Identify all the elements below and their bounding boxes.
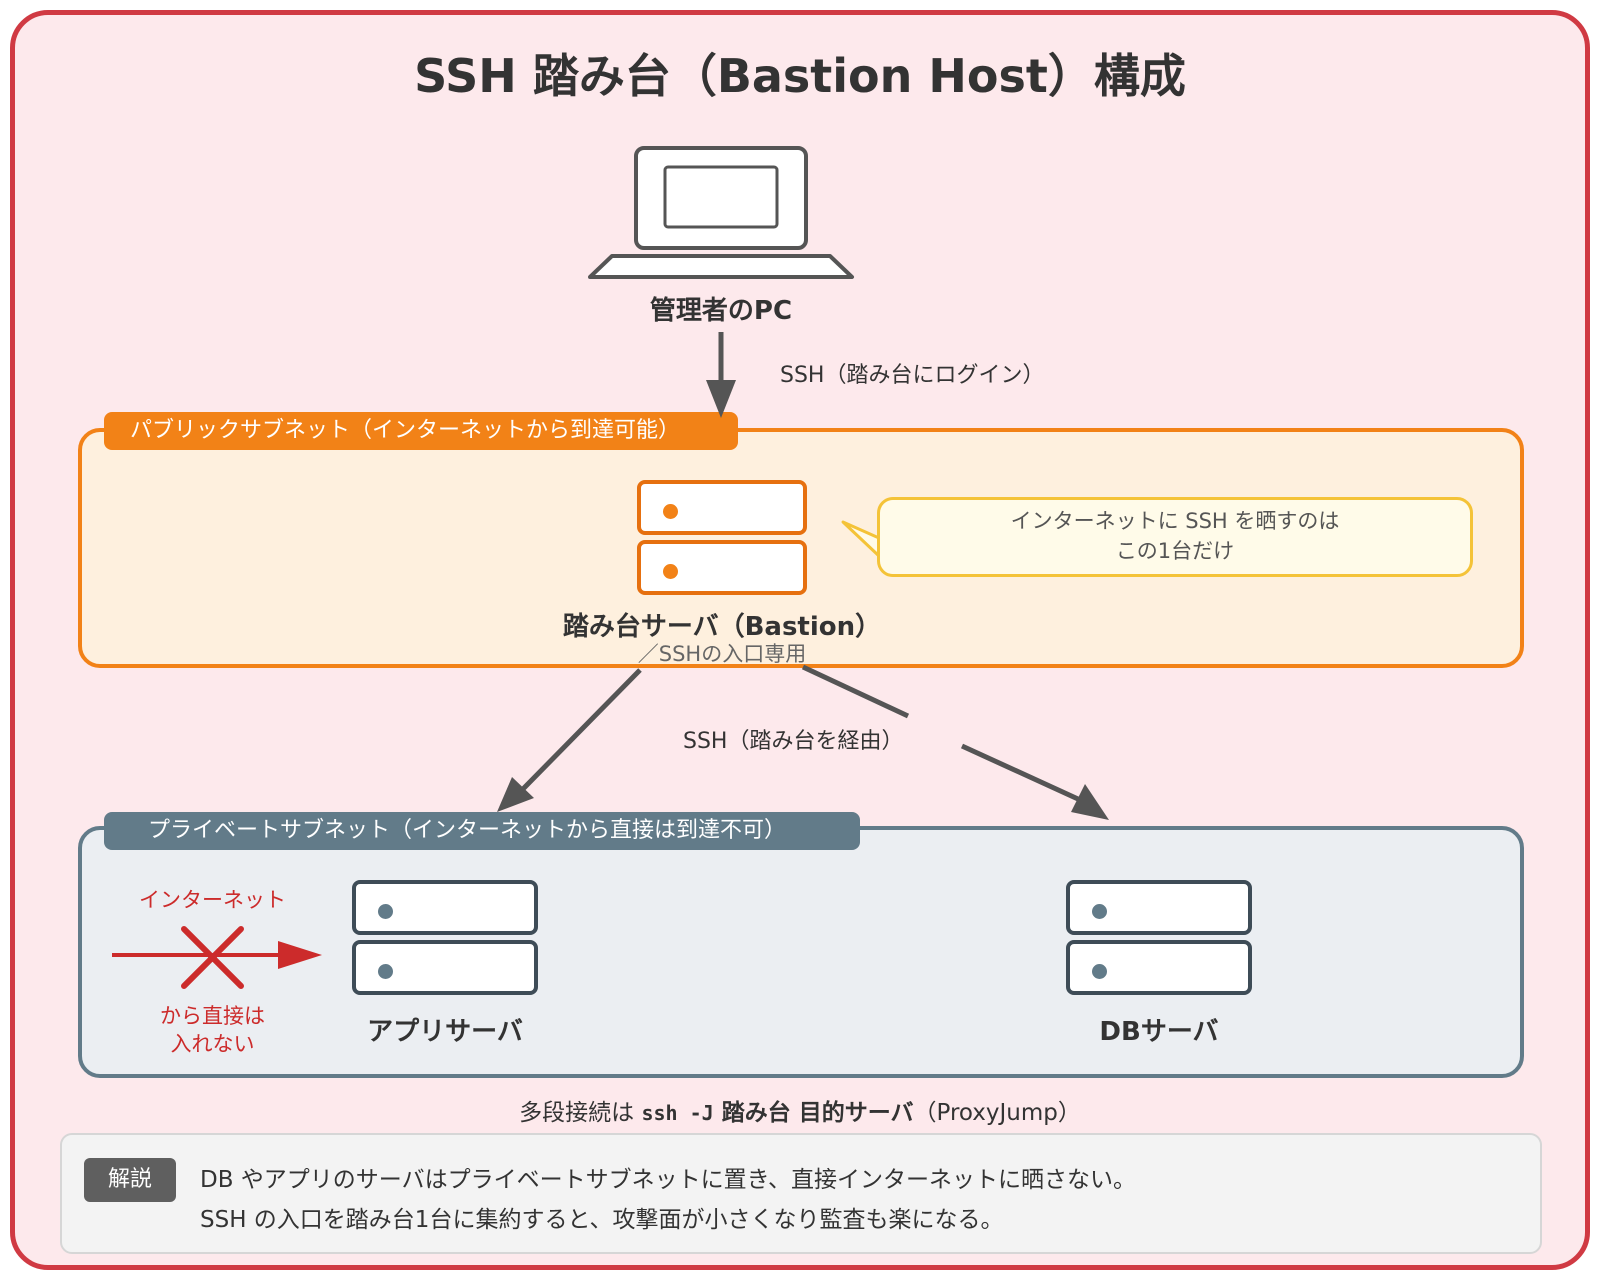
status-led-icon bbox=[378, 904, 393, 919]
explanation-badge: 解説 bbox=[84, 1158, 176, 1202]
db-server-unit-bottom bbox=[1066, 940, 1252, 995]
edge-label-via: SSH（踏み台を経由） bbox=[683, 729, 904, 754]
status-led-icon bbox=[1092, 904, 1107, 919]
arrowhead-pc-to-bastion bbox=[706, 380, 736, 418]
bastion-server-unit-bottom bbox=[637, 540, 807, 595]
proxyjump-suffix: （ProxyJump） bbox=[913, 1100, 1081, 1126]
callout-line-2: この1台だけ bbox=[1115, 539, 1235, 563]
status-led-icon bbox=[1092, 964, 1107, 979]
proxyjump-args: 踏み台 目的サーバ bbox=[713, 1100, 914, 1126]
blocked-note: から直接は 入れない bbox=[120, 1002, 305, 1058]
app-server-unit-top bbox=[352, 880, 538, 935]
callout-line-1: インターネットに SSH を晒すのは bbox=[1010, 509, 1340, 533]
db-server-unit-top bbox=[1066, 880, 1252, 935]
app-server-label: アプリサーバ bbox=[367, 1017, 523, 1047]
explanation-line-1: DB やアプリのサーバはプライベートサブネットに置き、直接インターネットに晒さな… bbox=[200, 1167, 1136, 1193]
proxyjump-command: ssh -J bbox=[641, 1101, 714, 1125]
explanation-line-2: SSH の入口を踏み台1台に集約すると、攻撃面が小さくなり監査も楽になる。 bbox=[200, 1207, 1004, 1233]
blocked-x-icon bbox=[181, 926, 244, 989]
status-led-icon bbox=[378, 964, 393, 979]
admin-pc-label: 管理者のPC bbox=[649, 296, 793, 326]
proxyjump-prefix: 多段接続は bbox=[519, 1100, 642, 1126]
blocked-internet-arrowhead bbox=[278, 941, 322, 969]
callout-pointer bbox=[841, 520, 881, 558]
arrow-bastion-to-db-start bbox=[801, 664, 910, 719]
arrowhead-bastion-to-db bbox=[1071, 784, 1109, 820]
arrow-bastion-to-db-end bbox=[960, 743, 1080, 802]
internet-label: インターネット bbox=[139, 888, 286, 912]
status-led-icon bbox=[663, 504, 678, 519]
blocked-note-line-1: から直接は bbox=[160, 1004, 265, 1028]
proxyjump-note: 多段接続は ssh -J 踏み台 目的サーバ（ProxyJump） bbox=[0, 1093, 1600, 1127]
arrow-bastion-to-app bbox=[521, 668, 642, 791]
callout-text: インターネットに SSH を晒すのは この1台だけ bbox=[877, 506, 1473, 566]
db-server-label: DBサーバ bbox=[1099, 1017, 1219, 1047]
bastion-server-unit-top bbox=[637, 480, 807, 535]
edge-label-login: SSH（踏み台にログイン） bbox=[780, 363, 1045, 388]
app-server-unit-bottom bbox=[352, 940, 538, 995]
bastion-sublabel: ／SSHの入口専用 bbox=[637, 642, 807, 666]
blocked-note-line-2: 入れない bbox=[170, 1032, 255, 1056]
laptop-icon bbox=[588, 146, 854, 279]
status-led-icon bbox=[663, 564, 678, 579]
